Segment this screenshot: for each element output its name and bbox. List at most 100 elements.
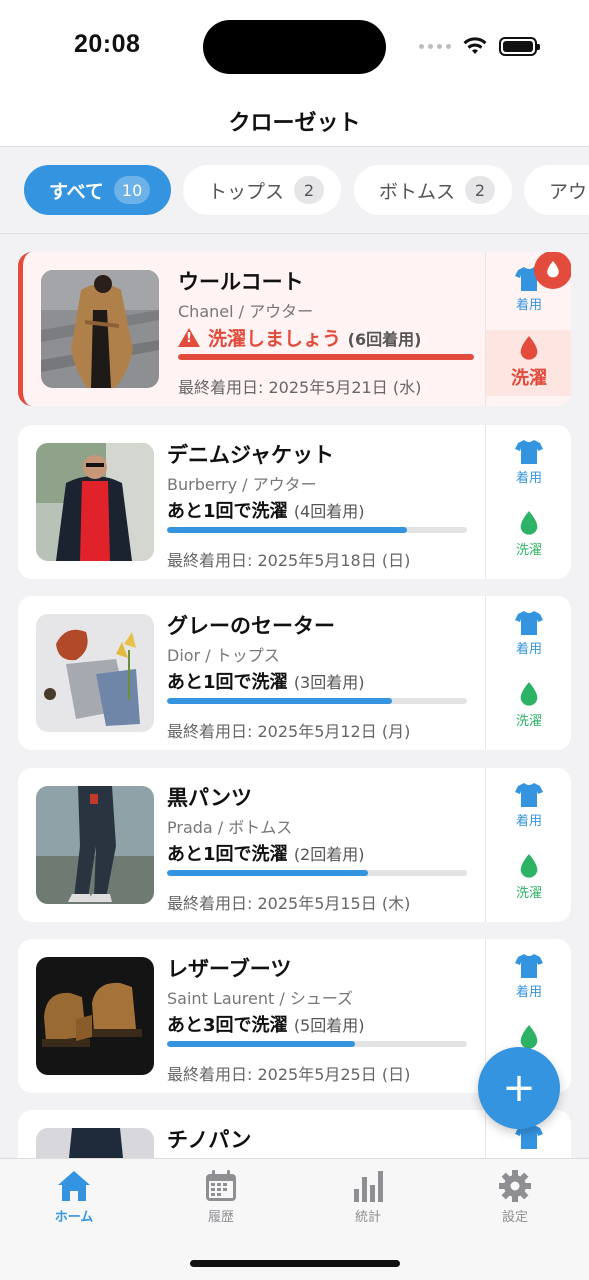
- category-filter-bar: すべて 10 トップス 2 ボトムス 2 アウター: [0, 148, 589, 234]
- status-icons: [419, 36, 540, 56]
- bar-chart-icon: [354, 1171, 383, 1202]
- wear-button[interactable]: 着用: [486, 953, 571, 1000]
- item-brand-category: Chanel / アウター: [178, 302, 314, 321]
- filter-chip-label: すべて: [49, 180, 104, 203]
- clothing-card[interactable]: ウールコート Chanel / アウター 洗濯しましょう (6回着用) 最終着用…: [18, 252, 571, 406]
- filter-chip-label: トップス: [208, 180, 285, 203]
- calendar-icon: [206, 1170, 236, 1201]
- last-worn-date: 最終着用日: 2025年5月12日 (月): [167, 722, 411, 741]
- tab-history[interactable]: 履歴: [171, 1169, 271, 1225]
- tab-label: 設定: [501, 1210, 528, 1225]
- wash-button[interactable]: 洗濯: [486, 854, 571, 901]
- filter-chip-count: 10: [113, 176, 151, 204]
- wear-button-label: 着用: [515, 814, 542, 829]
- wash-status: 洗濯しましょう (6回着用): [178, 324, 474, 350]
- tab-label: 統計: [354, 1210, 381, 1225]
- filter-chip-count: 2: [465, 176, 496, 204]
- last-worn-date: 最終着用日: 2025年5月25日 (日): [167, 1065, 411, 1084]
- filter-chip-all[interactable]: すべて 10: [24, 165, 171, 215]
- water-drop-icon: [547, 261, 559, 278]
- clothing-card[interactable]: グレーのセーター Dior / トップス あと1回で洗濯 (3回着用) 最終着用…: [18, 596, 571, 750]
- item-name: 黒パンツ: [167, 786, 253, 810]
- wash-button-label: 洗濯: [515, 543, 542, 558]
- wash-progress-bar: [167, 698, 467, 704]
- item-name: ウールコート: [178, 270, 304, 294]
- tab-label: 履歴: [207, 1210, 234, 1225]
- filter-chip-bottoms[interactable]: ボトムス 2: [354, 165, 512, 215]
- water-drop-icon: [520, 682, 538, 706]
- last-worn-date: 最終着用日: 2025年5月18日 (日): [167, 551, 411, 570]
- wash-progress-bar: [178, 354, 474, 360]
- card-actions: 着用 洗濯: [485, 768, 571, 922]
- filter-chip-count: 2: [294, 176, 325, 204]
- wash-status: あと1回で洗濯 (2回着用): [167, 840, 467, 866]
- wear-button-label: 着用: [515, 642, 542, 657]
- last-worn-date: 最終着用日: 2025年5月21日 (水): [178, 378, 422, 397]
- wash-status: あと1回で洗濯 (4回着用): [167, 497, 467, 523]
- clothing-card[interactable]: チノパン: [18, 1110, 571, 1158]
- card-body: チノパン: [167, 1124, 251, 1154]
- status-time: 20:08: [74, 30, 141, 58]
- wash-button[interactable]: 洗濯: [486, 682, 571, 729]
- wear-count: (3回着用): [293, 673, 365, 692]
- item-brand-category: Burberry / アウター: [167, 475, 317, 494]
- tab-settings[interactable]: 設定: [465, 1169, 565, 1225]
- wear-count: (5回着用): [293, 1016, 365, 1035]
- clothing-card[interactable]: デニムジャケット Burberry / アウター あと1回で洗濯 (4回着用) …: [18, 425, 571, 579]
- home-indicator: [190, 1260, 400, 1267]
- filter-chip-tops[interactable]: トップス 2: [183, 165, 341, 215]
- item-name: チノパン: [167, 1128, 252, 1152]
- gear-icon: [499, 1170, 531, 1202]
- card-body: デニムジャケット Burberry / アウター あと1回で洗濯 (4回着用) …: [167, 439, 467, 571]
- wear-button-label: 着用: [515, 985, 542, 1000]
- dynamic-island: [203, 20, 386, 74]
- wifi-icon: [463, 37, 487, 54]
- item-brand-category: Dior / トップス: [167, 646, 280, 665]
- clothing-photo: [41, 270, 159, 388]
- wash-status-text: あと1回で洗濯: [167, 501, 288, 522]
- clothing-photo: [36, 614, 154, 732]
- battery-icon: [499, 36, 540, 56]
- add-item-button[interactable]: +: [478, 1047, 560, 1129]
- wash-button-label: 洗濯: [515, 714, 542, 729]
- water-drop-icon: [520, 336, 538, 360]
- wash-button[interactable]: 洗濯: [486, 330, 571, 396]
- tab-home[interactable]: ホーム: [24, 1169, 124, 1225]
- wear-count: (2回着用): [293, 845, 365, 864]
- wash-status: あと1回で洗濯 (3回着用): [167, 668, 467, 694]
- plus-icon: +: [502, 1065, 536, 1111]
- clothing-photo: [36, 1128, 154, 1158]
- clothing-card[interactable]: 黒パンツ Prada / ボトムス あと1回で洗濯 (2回着用) 最終着用日: …: [18, 768, 571, 922]
- filter-chip-outer[interactable]: アウター: [524, 165, 589, 215]
- tshirt-icon: [515, 954, 543, 978]
- wear-count: (6回着用): [347, 330, 422, 349]
- wear-button[interactable]: [486, 1124, 571, 1150]
- tab-stats[interactable]: 統計: [318, 1169, 418, 1225]
- wash-status: あと3回で洗濯 (5回着用): [167, 1011, 467, 1037]
- tshirt-icon: [515, 440, 543, 464]
- wash-status-text: あと1回で洗濯: [167, 844, 288, 865]
- wash-progress-bar: [167, 1041, 467, 1047]
- home-icon: [58, 1171, 90, 1201]
- card-body: グレーのセーター Dior / トップス あと1回で洗濯 (3回着用) 最終着用…: [167, 610, 467, 742]
- item-brand-category: Prada / ボトムス: [167, 818, 293, 837]
- wear-button-label: 着用: [515, 298, 542, 313]
- clothing-photo: [36, 443, 154, 561]
- water-drop-icon: [520, 854, 538, 878]
- wash-button[interactable]: 洗濯: [486, 511, 571, 558]
- wear-button[interactable]: 着用: [486, 610, 571, 657]
- wear-button[interactable]: 着用: [486, 439, 571, 486]
- wear-button[interactable]: 着用: [486, 782, 571, 829]
- wash-needed-badge: [534, 252, 571, 289]
- wash-status-text: あと3回で洗濯: [167, 1015, 288, 1036]
- status-bar: 20:08: [0, 0, 589, 95]
- last-worn-date: 最終着用日: 2025年5月15日 (木): [167, 894, 411, 913]
- item-name: グレーのセーター: [167, 614, 335, 638]
- water-drop-icon: [520, 511, 538, 535]
- card-body: 黒パンツ Prada / ボトムス あと1回で洗濯 (2回着用) 最終着用日: …: [167, 782, 467, 914]
- page-title: クローゼット: [228, 111, 361, 136]
- wear-count: (4回着用): [293, 502, 365, 521]
- clothing-photo: [36, 786, 154, 904]
- item-name: レザーブーツ: [167, 957, 292, 981]
- signal-icon: [419, 43, 451, 49]
